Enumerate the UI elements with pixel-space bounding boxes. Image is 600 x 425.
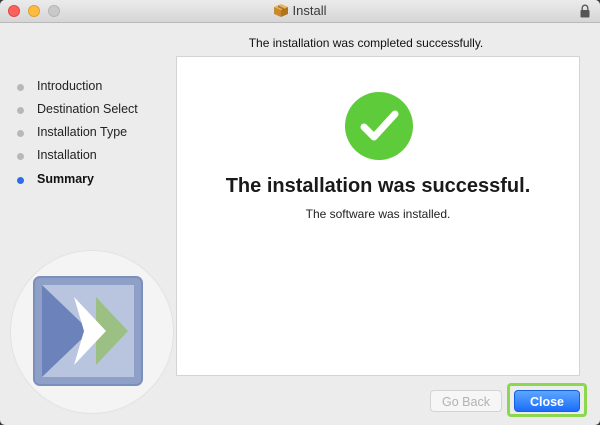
package-icon [273, 4, 288, 17]
window-title-group: Install [0, 3, 600, 19]
installer-window: Install The installation was completed s… [0, 0, 600, 425]
sidebar-step-label: Destination Select [37, 102, 138, 116]
checkmark-circle-icon [345, 92, 413, 160]
status-header: The installation was completed successfu… [176, 36, 580, 50]
title-bar[interactable]: Install [0, 0, 600, 23]
status-header-text: The installation was completed successfu… [248, 36, 484, 50]
sidebar-step-label: Introduction [37, 79, 103, 93]
current-step-dot-icon [17, 177, 24, 184]
summary-panel: The installation was successful. The sof… [176, 56, 580, 376]
sidebar-step-label: Installation Type [37, 125, 128, 139]
step-dot-icon [17, 153, 24, 160]
success-title: The installation was successful. [225, 175, 531, 197]
step-dot-icon [17, 84, 24, 91]
success-subtitle: The software was installed. [305, 207, 451, 221]
step-dot-icon [17, 130, 24, 137]
close-button[interactable]: Close [514, 390, 580, 412]
installer-logo-icon [33, 276, 143, 386]
sidebar-step-label: Summary [37, 172, 94, 186]
sidebar-step-label: Installation [37, 148, 97, 162]
window-title: Install [292, 3, 327, 18]
go-back-button: Go Back [430, 390, 502, 412]
step-dot-icon [17, 107, 24, 114]
lock-icon [580, 4, 590, 18]
